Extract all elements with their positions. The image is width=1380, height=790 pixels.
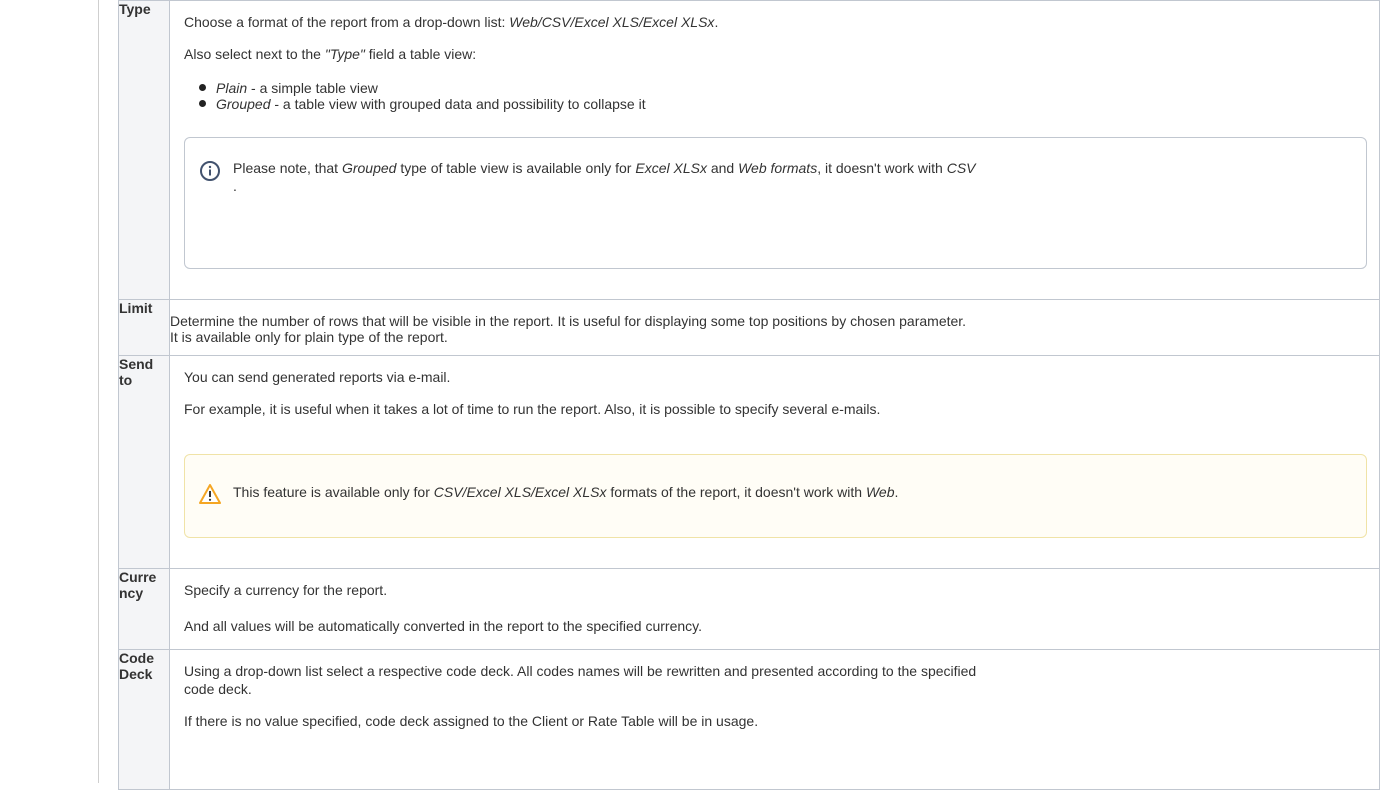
emphasis: Web: [865, 484, 895, 500]
row-label-text: to: [119, 372, 133, 388]
view-name: Grouped: [216, 96, 271, 112]
view-name: Plain: [216, 80, 248, 96]
table-row-type: Type Choose a format of the report from …: [118, 0, 1380, 300]
list-item: Grouped - a table view with grouped data…: [199, 96, 646, 112]
view-description: - a simple table view: [247, 80, 378, 96]
currency-paragraph-1: Specify a currency for the report.: [184, 582, 388, 598]
text-span: type of table view is available only for: [396, 160, 636, 176]
page-gutter-rule: [98, 0, 99, 783]
row-label-text: Deck: [119, 666, 153, 682]
text-span: .: [714, 14, 719, 30]
text-span: Also select next to the: [184, 46, 325, 62]
row-label-text: Curre: [119, 569, 157, 585]
emphasis: CSV/Excel XLS/Excel XLSx: [433, 484, 607, 500]
row-label-text: ncy: [119, 585, 144, 601]
row-label-text: Limit: [119, 300, 153, 316]
formats-emphasis: Web/CSV/Excel XLS/Excel XLSx: [509, 14, 715, 30]
row-label-text: Send: [119, 356, 154, 372]
info-note-panel: Please note, that Grouped type of table …: [184, 137, 1367, 269]
limit-line-2: It is available only for plain type of t…: [170, 329, 448, 345]
text-span: field a table view:: [364, 46, 477, 62]
row-label-type: Type: [118, 0, 170, 300]
send-to-paragraph-2: For example, it is useful when it takes …: [184, 401, 881, 417]
code-deck-paragraph-2: If there is no value specified, code dec…: [184, 713, 759, 729]
table-row-send-to: Send to You can send generated reports v…: [118, 355, 1380, 569]
emphasis: Excel XLSx: [635, 160, 707, 176]
text-span: This feature is available only for: [233, 484, 434, 500]
type-field-emphasis: "Type": [324, 46, 365, 62]
text-span: Please note, that: [233, 160, 342, 176]
list-item: Plain - a simple table view: [199, 80, 646, 96]
limit-line-1: Determine the number of rows that will b…: [170, 313, 967, 329]
info-circle-icon: [199, 160, 221, 182]
text-span: Choose a format of the report from a dro…: [184, 14, 510, 30]
row-content-send-to: You can send generated reports via e-mai…: [169, 355, 1380, 569]
table-row-limit: Limit Determine the number of rows that …: [118, 299, 1380, 356]
table-view-list: Plain - a simple table view Grouped - a …: [184, 80, 646, 112]
send-to-paragraph-1: You can send generated reports via e-mai…: [184, 369, 451, 385]
type-view-paragraph: Also select next to the "Type" field a t…: [184, 46, 476, 62]
code-deck-line-2: code deck.: [184, 681, 252, 697]
table-row-currency: Curre ncy Specify a currency for the rep…: [118, 568, 1380, 650]
row-label-text: Code: [119, 650, 154, 666]
emphasis: Grouped: [341, 160, 397, 176]
warning-triangle-icon: [199, 483, 221, 505]
row-label-text: Type: [119, 1, 151, 17]
row-label-limit: Limit: [118, 299, 170, 356]
currency-paragraph-2: And all values will be automatically con…: [184, 618, 703, 634]
row-content-type: Choose a format of the report from a dro…: [169, 0, 1380, 300]
type-format-paragraph: Choose a format of the report from a dro…: [184, 14, 718, 30]
view-description: - a table view with grouped data and pos…: [270, 96, 646, 112]
text-span: .: [894, 484, 899, 500]
emphasis: Web formats: [738, 160, 818, 176]
warning-note-panel: This feature is available only for CSV/E…: [184, 454, 1367, 538]
parameters-table: Type Choose a format of the report from …: [118, 0, 1380, 790]
row-label-code-deck: Code Deck: [118, 649, 170, 790]
emphasis: CSV: [946, 160, 976, 176]
code-deck-line-1: Using a drop-down list select a respecti…: [184, 663, 977, 679]
table-row-code-deck: Code Deck Using a drop-down list select …: [118, 649, 1380, 790]
row-label-send-to: Send to: [118, 355, 170, 569]
text-span: .: [233, 178, 237, 194]
text-span: , it doesn't work with: [817, 160, 947, 176]
row-content-code-deck: Using a drop-down list select a respecti…: [169, 649, 1380, 790]
row-content-currency: Specify a currency for the report. And a…: [169, 568, 1380, 650]
text-span: and: [706, 160, 739, 176]
row-content-limit: Determine the number of rows that will b…: [169, 299, 1380, 356]
info-note-text: Please note, that Grouped type of table …: [233, 159, 1354, 195]
text-span: formats of the report, it doesn't work w…: [606, 484, 866, 500]
warning-note-text: This feature is available only for CSV/E…: [233, 483, 1354, 501]
row-label-currency: Curre ncy: [118, 568, 170, 650]
